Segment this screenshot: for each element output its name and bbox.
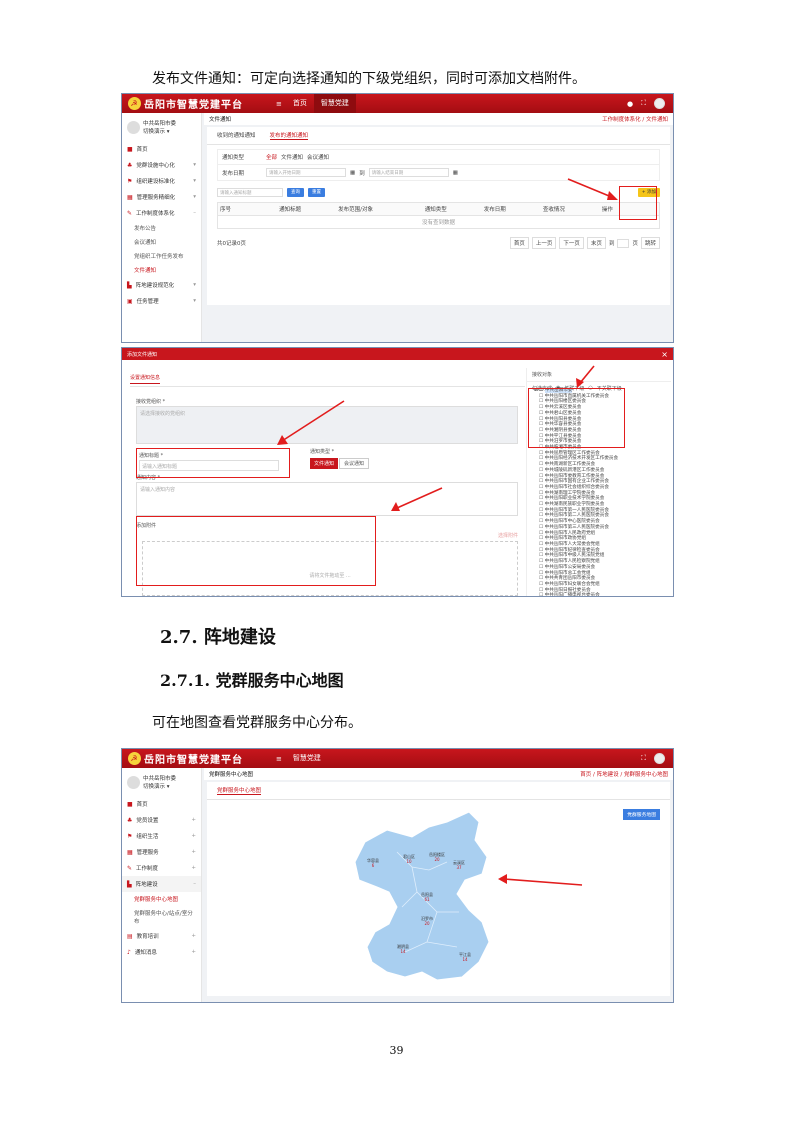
map-description: 可在地图查看党群服务中心分布。 [152,715,362,731]
screenshot-file-notice: ☭ 岳阳市智慧党建平台 ≡ 首页 智慧党建 ● ⛶ 中共岳阳市委 切换演示 ▾ ■ 首页… [121,93,674,343]
screenshot-service-center-map: ☭ 岳阳市智慧党建平台 ≡ 智慧党建 ⛶ 中共岳阳市委 切换演示 ▾ ■ 首页 ♣ 党员… [121,748,674,1003]
section-heading-2-7-1: 2.7.1. 党群服务中心地图 [160,671,344,690]
intro-paragraph: 发布文件通知：可定向选择通知的下级党组织，同时可添加文档附件。 [152,71,586,87]
arrow-annotations [277,365,595,511]
screenshot-add-notice-dialog: 添加文件通知 × 设置通知信息 接收党组织 * 请选择接收的党组织 通知标题 * … [121,347,674,597]
page-number: 39 [389,1044,404,1057]
arrow-annotation [567,178,618,200]
section-heading-2-7: 2.7. 阵地建设 [160,627,276,648]
arrow-annotation [498,874,583,886]
